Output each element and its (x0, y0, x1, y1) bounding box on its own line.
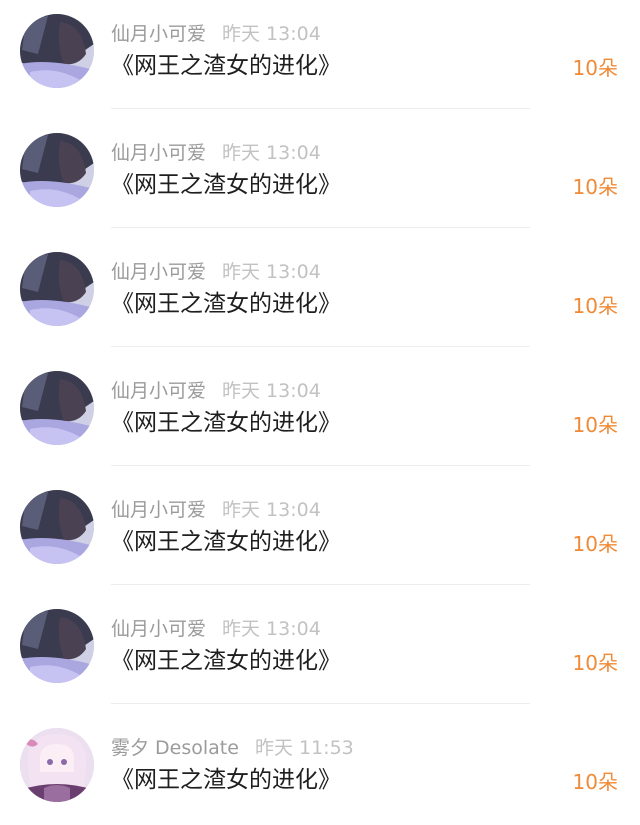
username[interactable]: 仙月小可爱 (111, 618, 206, 640)
divider (111, 465, 530, 466)
anime-girl-pink-avatar-icon (20, 728, 94, 802)
flower-amount: 10朵 (572, 175, 618, 199)
book-title[interactable]: 《网王之渣女的进化》 (111, 765, 341, 795)
timestamp: 昨天 13:04 (222, 142, 321, 164)
book-title[interactable]: 《网王之渣女的进化》 (111, 289, 341, 319)
user-avatar[interactable] (20, 609, 94, 683)
book-title[interactable]: 《网王之渣女的进化》 (111, 51, 341, 81)
user-avatar[interactable] (20, 490, 94, 564)
book-title[interactable]: 《网王之渣女的进化》 (111, 527, 341, 557)
timestamp: 昨天 13:04 (222, 380, 321, 402)
username[interactable]: 仙月小可爱 (111, 499, 206, 521)
anime-girl-dark-avatar-icon (20, 490, 94, 564)
list-item[interactable]: 仙月小可爱 昨天 13:04 《网王之渣女的进化》 10朵 (0, 476, 640, 595)
timestamp: 昨天 13:04 (222, 23, 321, 45)
list-item[interactable]: 仙月小可爱 昨天 13:04 《网王之渣女的进化》 10朵 (0, 357, 640, 476)
flower-amount: 10朵 (572, 294, 618, 318)
book-title[interactable]: 《网王之渣女的进化》 (111, 646, 341, 676)
anime-girl-dark-avatar-icon (20, 14, 94, 88)
list-item[interactable]: 仙月小可爱 昨天 13:04 《网王之渣女的进化》 10朵 (0, 595, 640, 714)
timestamp: 昨天 13:04 (222, 261, 321, 283)
anime-girl-dark-avatar-icon (20, 371, 94, 445)
list-item[interactable]: 仙月小可爱 昨天 13:04 《网王之渣女的进化》 10朵 (0, 238, 640, 357)
divider (111, 584, 530, 585)
divider (111, 108, 530, 109)
username[interactable]: 仙月小可爱 (111, 261, 206, 283)
user-avatar[interactable] (20, 133, 94, 207)
flower-amount: 10朵 (572, 651, 618, 675)
anime-girl-dark-avatar-icon (20, 609, 94, 683)
user-avatar[interactable] (20, 728, 94, 802)
anime-girl-dark-avatar-icon (20, 133, 94, 207)
username[interactable]: 仙月小可爱 (111, 23, 206, 45)
gift-record-list: 仙月小可爱 昨天 13:04 《网王之渣女的进化》 10朵 仙月小可爱 昨天 13:… (0, 0, 640, 825)
divider (111, 346, 530, 347)
username[interactable]: 仙月小可爱 (111, 142, 206, 164)
list-item[interactable]: 雾夕 Desolate 昨天 11:53 《网王之渣女的进化》 10朵 (0, 714, 640, 825)
divider (111, 703, 530, 704)
divider (111, 227, 530, 228)
timestamp: 昨天 13:04 (222, 618, 321, 640)
user-avatar[interactable] (20, 252, 94, 326)
list-item[interactable]: 仙月小可爱 昨天 13:04 《网王之渣女的进化》 10朵 (0, 119, 640, 238)
timestamp: 昨天 11:53 (254, 737, 354, 759)
username[interactable]: 雾夕 Desolate (111, 737, 239, 759)
flower-amount: 10朵 (572, 56, 618, 80)
flower-amount: 10朵 (572, 770, 618, 794)
timestamp: 昨天 13:04 (222, 499, 321, 521)
flower-amount: 10朵 (572, 413, 618, 437)
list-item[interactable]: 仙月小可爱 昨天 13:04 《网王之渣女的进化》 10朵 (0, 0, 640, 119)
username[interactable]: 仙月小可爱 (111, 380, 206, 402)
book-title[interactable]: 《网王之渣女的进化》 (111, 170, 341, 200)
user-avatar[interactable] (20, 14, 94, 88)
anime-girl-dark-avatar-icon (20, 252, 94, 326)
book-title[interactable]: 《网王之渣女的进化》 (111, 408, 341, 438)
user-avatar[interactable] (20, 371, 94, 445)
flower-amount: 10朵 (572, 532, 618, 556)
